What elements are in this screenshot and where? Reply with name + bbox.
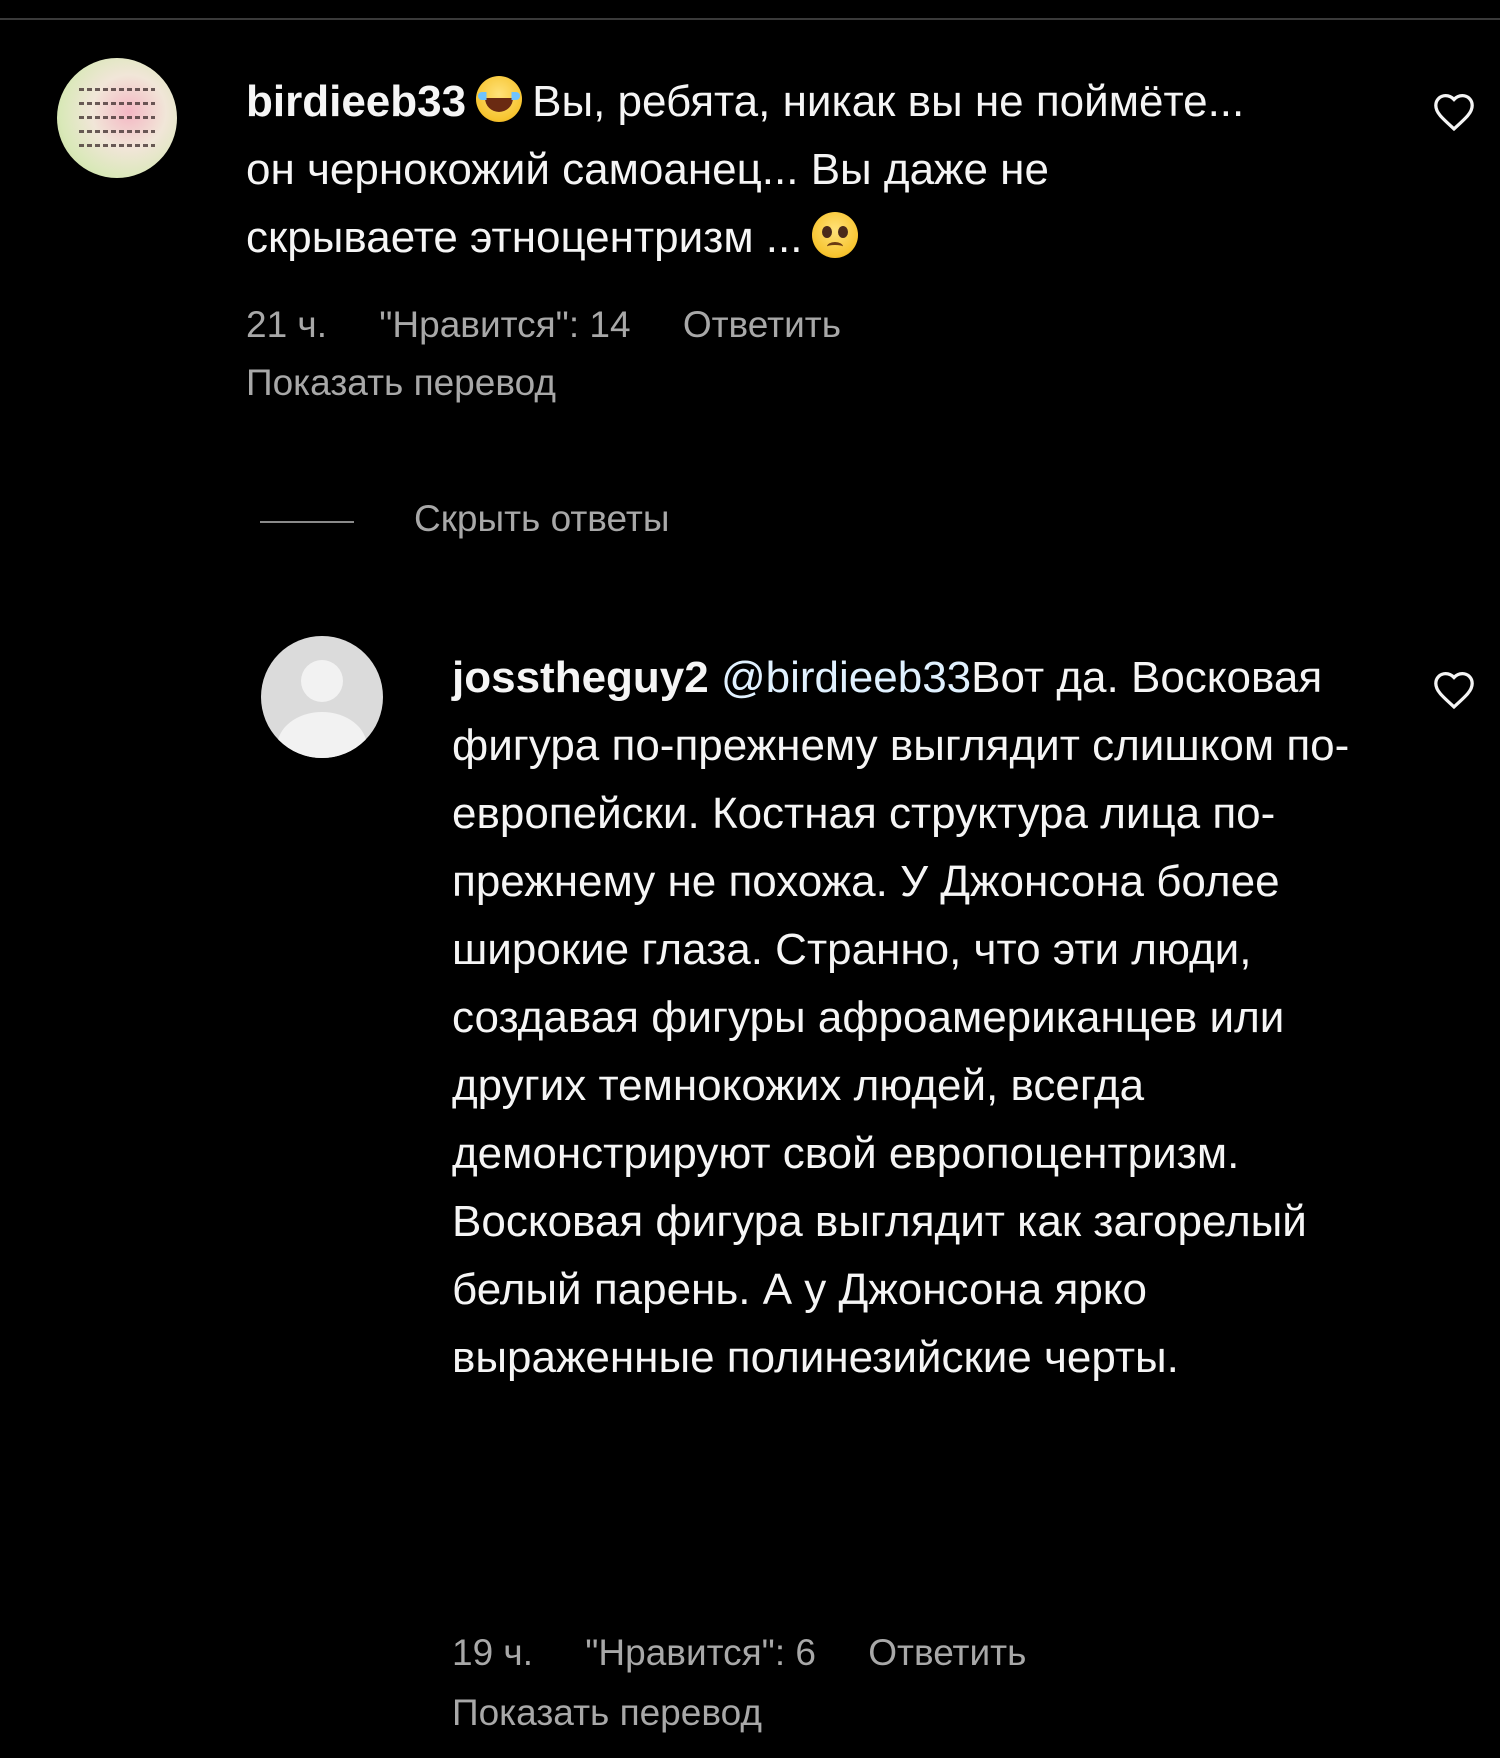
laughing-emoji-icon [476, 76, 523, 122]
reply-meta: 19 ч. "Нравится": 6 Ответить [452, 1632, 1068, 1674]
heart-icon[interactable] [1432, 670, 1476, 710]
comment-username[interactable]: birdieeb33 [246, 77, 466, 126]
avatar[interactable] [57, 58, 177, 178]
reply-username[interactable]: josstheguy2 [452, 653, 709, 702]
reply-timestamp[interactable]: 19 ч. [452, 1632, 533, 1673]
avatar[interactable] [261, 636, 383, 758]
comment-timestamp[interactable]: 21 ч. [246, 304, 327, 345]
heart-icon[interactable] [1432, 92, 1476, 132]
comment-text: birdieeb33 Вы, ребята, никак вы не поймёт… [246, 68, 1246, 272]
comment-likes-count[interactable]: "Нравится": 14 [379, 304, 630, 345]
reply-button[interactable]: Ответить [868, 1632, 1026, 1673]
replies-divider-line [260, 521, 354, 523]
show-translation-link[interactable]: Показать перевод [452, 1692, 762, 1734]
pleading-emoji-icon [812, 212, 859, 258]
top-divider [0, 18, 1500, 20]
show-translation-link[interactable]: Показать перевод [246, 362, 556, 404]
reply-likes-count[interactable]: "Нравится": 6 [585, 1632, 816, 1673]
comment-meta: 21 ч. "Нравится": 14 Ответить [246, 304, 883, 346]
hide-replies-button[interactable]: Скрыть ответы [414, 498, 669, 540]
mention-link[interactable]: @birdieeb33 [721, 653, 971, 702]
reply-text-content: Вот да. Восковая фигура по-прежнему выгл… [452, 653, 1350, 1382]
reply-text: josstheguy2 @birdieeb33Вот да. Восковая … [452, 644, 1382, 1392]
reply-button[interactable]: Ответить [683, 304, 841, 345]
